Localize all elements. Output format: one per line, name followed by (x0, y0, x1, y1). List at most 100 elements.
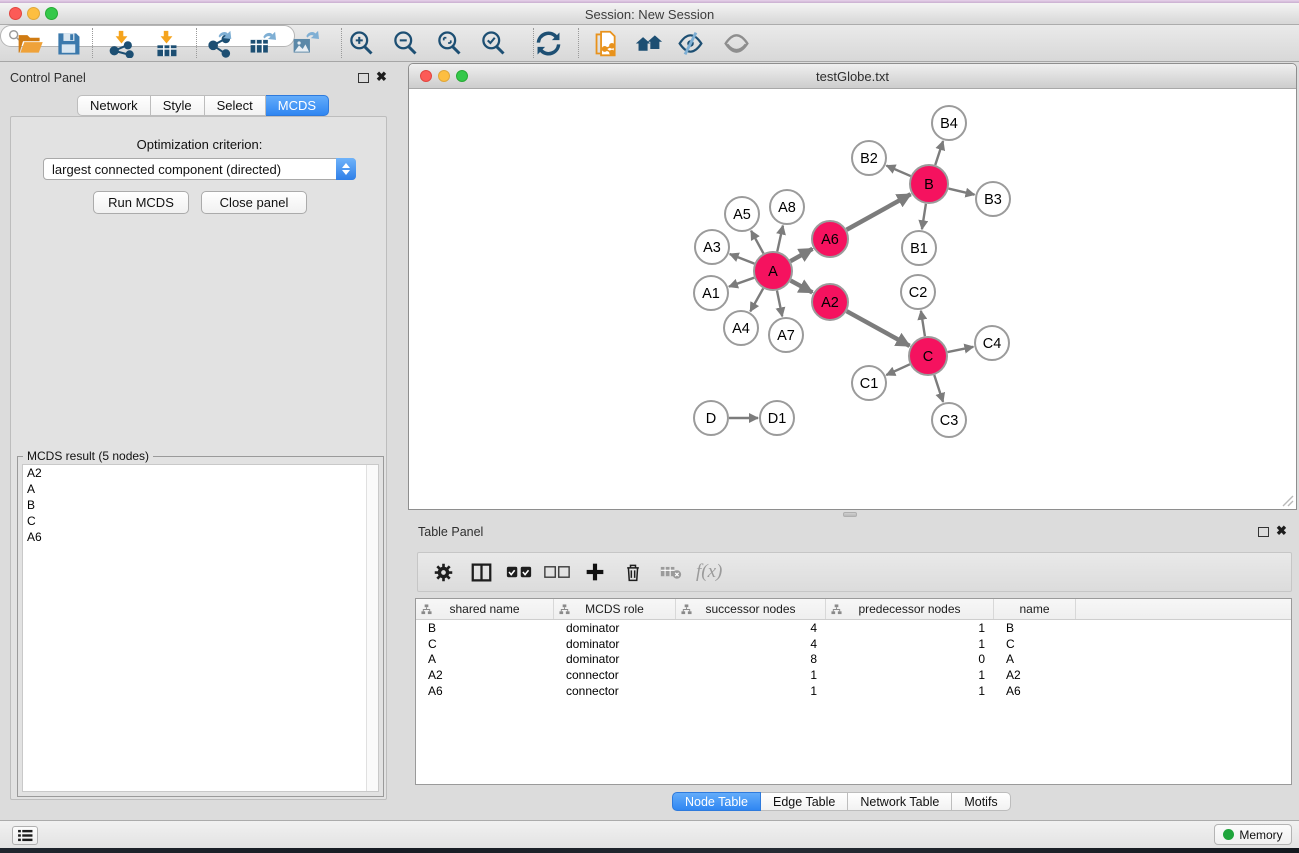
column-header-successor-nodes[interactable]: successor nodes (676, 599, 826, 619)
zoom-selected-icon[interactable] (475, 27, 511, 59)
delete-table-icon[interactable] (652, 554, 690, 590)
zoom-fit-icon[interactable] (431, 27, 467, 59)
function-builder-icon[interactable]: f(x) (690, 561, 722, 583)
graph-node-A5[interactable]: A5 (725, 197, 759, 231)
memory-button[interactable]: Memory (1214, 824, 1292, 845)
table-panel-float-icon[interactable] (1258, 527, 1269, 537)
graph-node-C2[interactable]: C2 (901, 275, 935, 309)
optimization-criterion-dropdown[interactable]: largest connected component (directed) (43, 158, 356, 180)
graph-edge-B-B1[interactable] (922, 204, 926, 229)
graph-node-A[interactable]: A (754, 252, 792, 290)
graph-edge-C-C1[interactable] (886, 364, 910, 375)
open-file-icon[interactable] (12, 27, 48, 59)
split-columns-icon[interactable] (462, 554, 500, 590)
graph-edge-C-C4[interactable] (948, 347, 974, 352)
graph-node-B[interactable]: B (910, 165, 948, 203)
graph-edge-C-C2[interactable] (921, 311, 925, 336)
graph-node-A2[interactable]: A2 (812, 284, 848, 320)
graph-edge-A-A5[interactable] (751, 231, 763, 254)
tab-network[interactable]: Network (77, 95, 151, 116)
graph-node-D1[interactable]: D1 (760, 401, 794, 435)
network-graph[interactable]: B4 B2 B B3 A8 A5 A6 A3 B1 A A1 C2 A2 A4 A7 C4 C C1 C3 D D1 (409, 89, 1296, 509)
graph-node-A7[interactable]: A7 (769, 318, 803, 352)
window-resize-grip[interactable] (1282, 495, 1294, 507)
tab-network-table[interactable]: Network Table (848, 792, 952, 811)
add-column-icon[interactable] (576, 554, 614, 590)
graph-node-B3[interactable]: B3 (976, 182, 1010, 216)
graph-edge-A-A2[interactable] (791, 281, 813, 293)
graph-edge-A-A6[interactable] (790, 249, 812, 261)
mcds-result-item[interactable]: C (23, 513, 378, 529)
mcds-result-item[interactable]: B (23, 497, 378, 513)
hide-details-icon[interactable] (672, 27, 708, 59)
graph-node-A3[interactable]: A3 (695, 230, 729, 264)
graph-node-C1[interactable]: C1 (852, 366, 886, 400)
column-header-name[interactable]: name (994, 599, 1076, 619)
graph-node-D[interactable]: D (694, 401, 728, 435)
graph-edge-A-A1[interactable] (729, 278, 754, 287)
delete-column-icon[interactable] (614, 554, 652, 590)
mcds-result-item[interactable]: A (23, 481, 378, 497)
tab-edge-table[interactable]: Edge Table (761, 792, 848, 811)
table-panel-close-icon[interactable]: ✖ (1276, 526, 1287, 536)
graph-node-B2[interactable]: B2 (852, 141, 886, 175)
tab-select[interactable]: Select (205, 95, 266, 116)
close-panel-button[interactable]: Close panel (201, 191, 307, 214)
task-history-button[interactable] (12, 826, 38, 845)
table-row[interactable]: Adominator80A (416, 651, 1291, 667)
graph-edge-B-B2[interactable] (886, 166, 910, 176)
deselect-all-checkboxes-icon[interactable] (538, 554, 576, 590)
export-table-icon[interactable] (243, 27, 279, 59)
run-mcds-button[interactable]: Run MCDS (93, 191, 189, 214)
show-details-icon[interactable] (718, 27, 754, 59)
mcds-result-item[interactable]: A2 (23, 465, 378, 481)
graph-node-C4[interactable]: C4 (975, 326, 1009, 360)
new-network-from-file-icon[interactable] (588, 27, 624, 59)
select-all-checkboxes-icon[interactable] (500, 554, 538, 590)
zoom-in-icon[interactable] (343, 27, 379, 59)
graph-node-A1[interactable]: A1 (694, 276, 728, 310)
import-network-icon[interactable] (103, 27, 139, 59)
control-panel-float-icon[interactable] (358, 73, 369, 83)
graph-node-C[interactable]: C (909, 337, 947, 375)
graph-edge-B-B3[interactable] (948, 189, 974, 195)
graph-edge-A6-B[interactable] (847, 194, 911, 230)
graph-edge-A-A8[interactable] (777, 226, 783, 252)
graph-node-B4[interactable]: B4 (932, 106, 966, 140)
save-session-icon[interactable] (50, 27, 86, 59)
mcds-result-list[interactable]: A2ABCA6 (22, 464, 379, 792)
mcds-result-item[interactable]: A6 (23, 529, 378, 545)
table-row[interactable]: A2connector11A2 (416, 667, 1291, 683)
refresh-icon[interactable] (530, 27, 566, 59)
tab-motifs[interactable]: Motifs (952, 792, 1010, 811)
splitter-handle[interactable] (843, 512, 857, 517)
node-table[interactable]: shared name MCDS role successor nodes pr… (415, 598, 1292, 785)
export-network-icon[interactable] (201, 27, 237, 59)
graph-edge-A2-C[interactable] (847, 311, 910, 346)
gear-icon[interactable] (424, 554, 462, 590)
graph-node-C3[interactable]: C3 (932, 403, 966, 437)
graph-node-B1[interactable]: B1 (902, 231, 936, 265)
tab-style[interactable]: Style (151, 95, 205, 116)
zoom-out-icon[interactable] (387, 27, 423, 59)
export-image-icon[interactable] (286, 27, 322, 59)
table-row[interactable]: Cdominator41C (416, 636, 1291, 652)
graph-edge-B-B4[interactable] (935, 141, 943, 165)
result-list-scrollbar[interactable] (366, 465, 378, 791)
column-header-predecessor-nodes[interactable]: predecessor nodes (826, 599, 994, 619)
graph-edge-A-A4[interactable] (750, 288, 763, 311)
import-table-icon[interactable] (148, 27, 184, 59)
graph-node-A8[interactable]: A8 (770, 190, 804, 224)
control-panel-close-icon[interactable]: ✖ (376, 72, 387, 82)
graph-node-A4[interactable]: A4 (724, 311, 758, 345)
tab-node-table[interactable]: Node Table (672, 792, 761, 811)
table-row[interactable]: Bdominator41B (416, 620, 1291, 636)
network-window-titlebar[interactable]: testGlobe.txt (409, 64, 1296, 89)
column-header-shared-name[interactable]: shared name (416, 599, 554, 619)
graph-edge-A-A7[interactable] (777, 291, 782, 317)
table-row[interactable]: A6connector11A6 (416, 683, 1291, 699)
first-neighbors-icon[interactable] (630, 27, 666, 59)
graph-node-A6[interactable]: A6 (812, 221, 848, 257)
tab-mcds[interactable]: MCDS (266, 95, 329, 116)
graph-edge-A-A3[interactable] (730, 254, 755, 264)
